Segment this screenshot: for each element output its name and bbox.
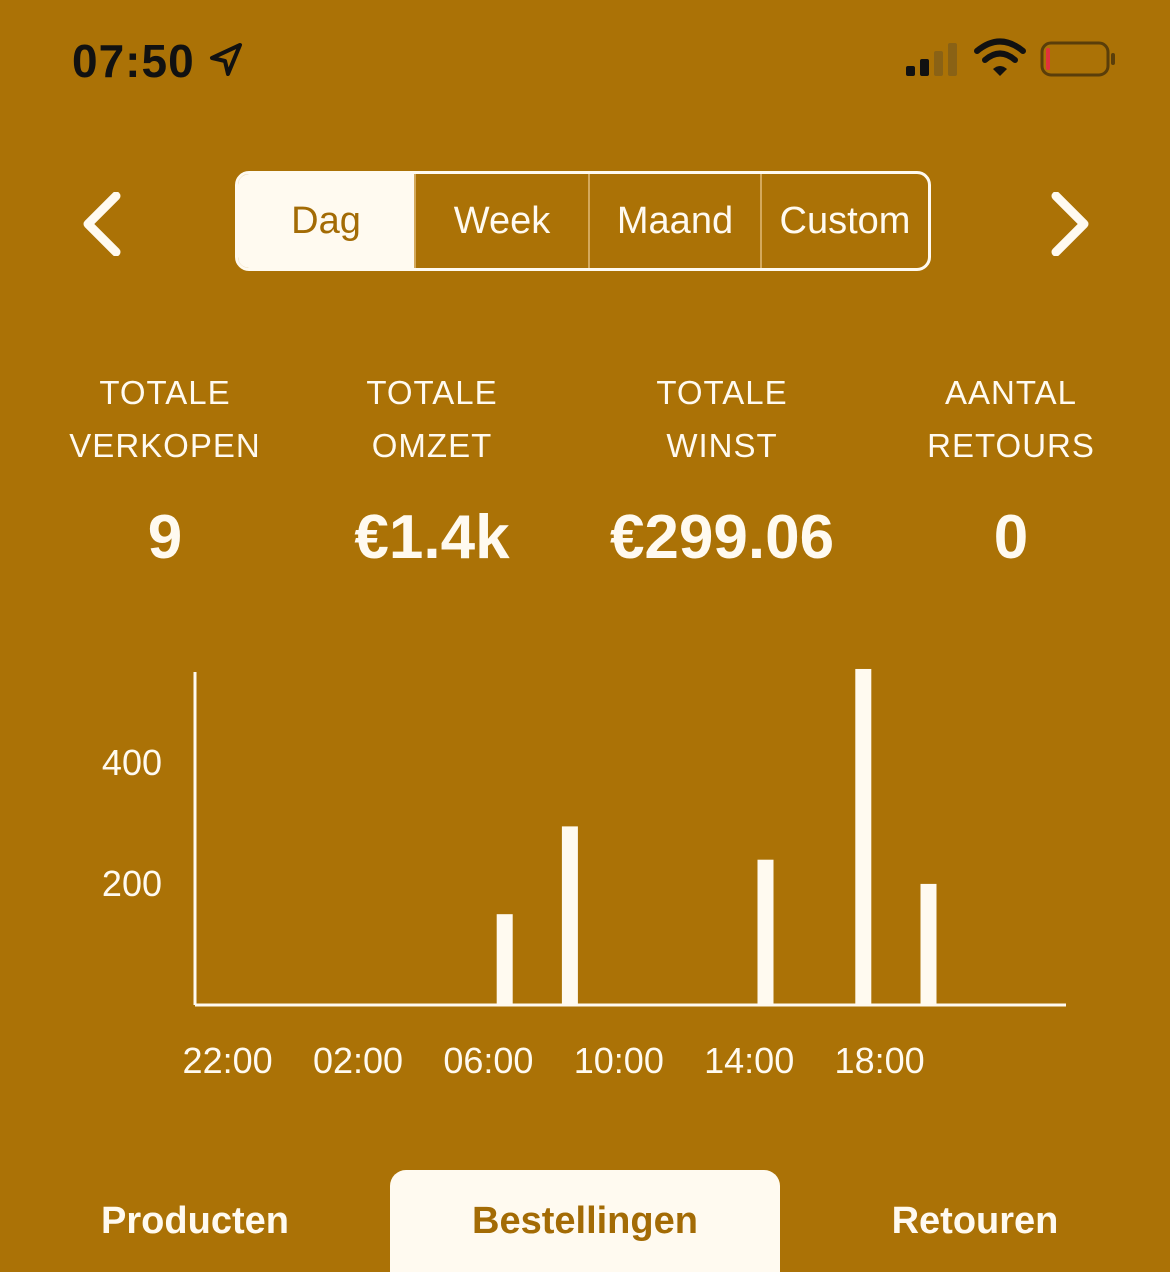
period-segmented-control: Dag Week Maand Custom xyxy=(235,171,931,271)
tab-producten[interactable]: Producten xyxy=(40,1170,350,1272)
stat-total-profit: TOTALE WINST €299.06 xyxy=(592,366,852,573)
chart-bar xyxy=(561,826,578,1005)
battery-low-icon xyxy=(1040,41,1115,77)
chevron-left-icon[interactable] xyxy=(72,192,132,256)
tab-retouren[interactable]: Retouren xyxy=(820,1170,1130,1272)
wifi-icon xyxy=(974,38,1026,76)
hourly-sales-bar-chart: 200 400 22:00 02:00 06:00 10:00 14:00 18:00 xyxy=(102,668,1066,1081)
x-tick-label: 22:00 xyxy=(183,1040,273,1081)
segment-week[interactable]: Week xyxy=(414,174,588,268)
x-tick-label: 02:00 xyxy=(313,1040,403,1081)
stat-value: 9 xyxy=(147,503,183,572)
status-time: 07:50 xyxy=(72,35,195,87)
chevron-right-icon[interactable] xyxy=(1040,192,1100,256)
x-tick-label: 14:00 xyxy=(704,1040,794,1081)
segment-custom[interactable]: Custom xyxy=(760,174,928,268)
segment-day[interactable]: Dag xyxy=(238,174,414,268)
segment-month[interactable]: Maand xyxy=(588,174,760,268)
x-tick-label: 10:00 xyxy=(574,1040,664,1081)
status-bar: 07:50 xyxy=(0,0,1170,110)
chart-bar xyxy=(757,859,774,1005)
stat-label: TOTALE OMZET xyxy=(366,374,498,464)
bottom-tab-bar: Producten Bestellingen Retouren xyxy=(0,1170,1170,1272)
stat-total-sales: TOTALE VERKOPEN 9 xyxy=(35,366,295,573)
stat-value: €1.4k xyxy=(354,503,510,572)
location-arrow-icon xyxy=(210,43,242,76)
x-tick-label: 18:00 xyxy=(835,1040,925,1081)
stat-return-count: AANTAL RETOURS 0 xyxy=(881,366,1141,573)
cellular-signal-icon xyxy=(906,43,957,76)
y-tick-label: 200 xyxy=(102,863,162,904)
stats-summary: TOTALE VERKOPEN 9 TOTALE OMZET €1.4k TOT… xyxy=(0,366,1170,586)
stat-label: AANTAL RETOURS xyxy=(927,374,1095,464)
chart-bar xyxy=(496,914,513,1005)
tab-bestellingen[interactable]: Bestellingen xyxy=(390,1170,780,1272)
stat-label: TOTALE WINST xyxy=(656,374,788,464)
stat-value: 0 xyxy=(993,503,1029,572)
x-tick-label: 06:00 xyxy=(443,1040,533,1081)
chart-bar xyxy=(855,668,872,1005)
y-tick-label: 400 xyxy=(102,742,162,783)
stat-value: €299.06 xyxy=(609,503,835,572)
chart-bar xyxy=(920,883,937,1005)
stat-label: TOTALE VERKOPEN xyxy=(69,374,261,464)
stat-total-revenue: TOTALE OMZET €1.4k xyxy=(302,366,562,573)
